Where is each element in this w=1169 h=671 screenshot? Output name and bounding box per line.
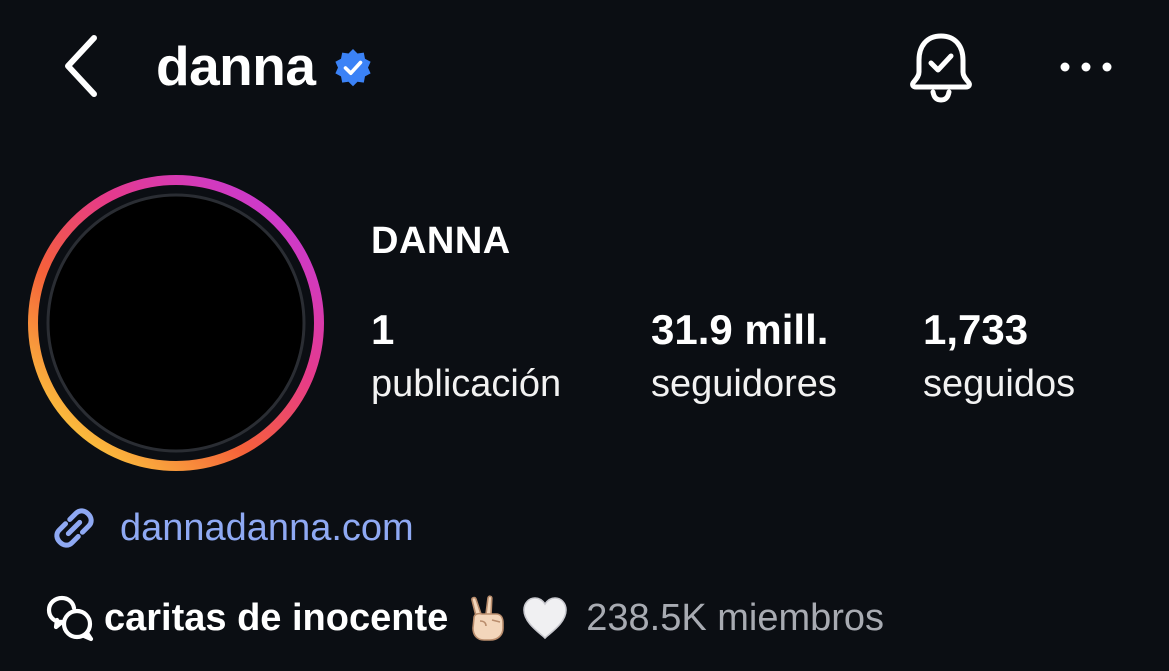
profile-header: danna	[0, 0, 1169, 135]
posts-count: 1	[371, 306, 395, 353]
posts-stat[interactable]: 1 publicación	[371, 305, 561, 409]
link-icon	[54, 508, 94, 548]
broadcast-channel-icon	[46, 595, 94, 642]
profile-avatar[interactable]	[26, 173, 326, 473]
back-chevron-icon	[65, 35, 97, 97]
posts-label: publicación	[371, 363, 562, 405]
broadcast-channel[interactable]: caritas de inocente 238.5K miembros	[44, 590, 884, 646]
username: danna	[156, 35, 316, 97]
story-ring	[28, 175, 324, 471]
website-link[interactable]: dannadanna.com	[46, 500, 414, 556]
bell-check-icon	[910, 33, 972, 103]
notifications-button[interactable]	[906, 30, 976, 104]
followers-count: 31.9 mill.	[651, 306, 829, 353]
username-title: danna	[156, 34, 373, 98]
white-heart-icon	[523, 597, 568, 640]
display-name: DANNA	[371, 220, 511, 262]
following-stat[interactable]: 1,733 seguidos	[923, 305, 1075, 409]
following-label: seguidos	[923, 363, 1076, 405]
channel-members-count: 238.5K miembros	[586, 596, 885, 639]
followers-stat[interactable]: 31.9 mill. seguidores	[651, 305, 837, 409]
followers-label: seguidores	[651, 363, 837, 405]
website-link-text: dannadanna.com	[120, 506, 414, 549]
following-count: 1,733	[923, 306, 1029, 353]
more-options-button[interactable]	[1056, 52, 1116, 82]
victory-hand-icon	[471, 595, 505, 641]
back-button[interactable]	[52, 30, 112, 102]
verified-badge-icon	[335, 49, 372, 87]
more-dots-icon	[1060, 62, 1112, 72]
channel-name: caritas de inocente	[104, 596, 449, 639]
